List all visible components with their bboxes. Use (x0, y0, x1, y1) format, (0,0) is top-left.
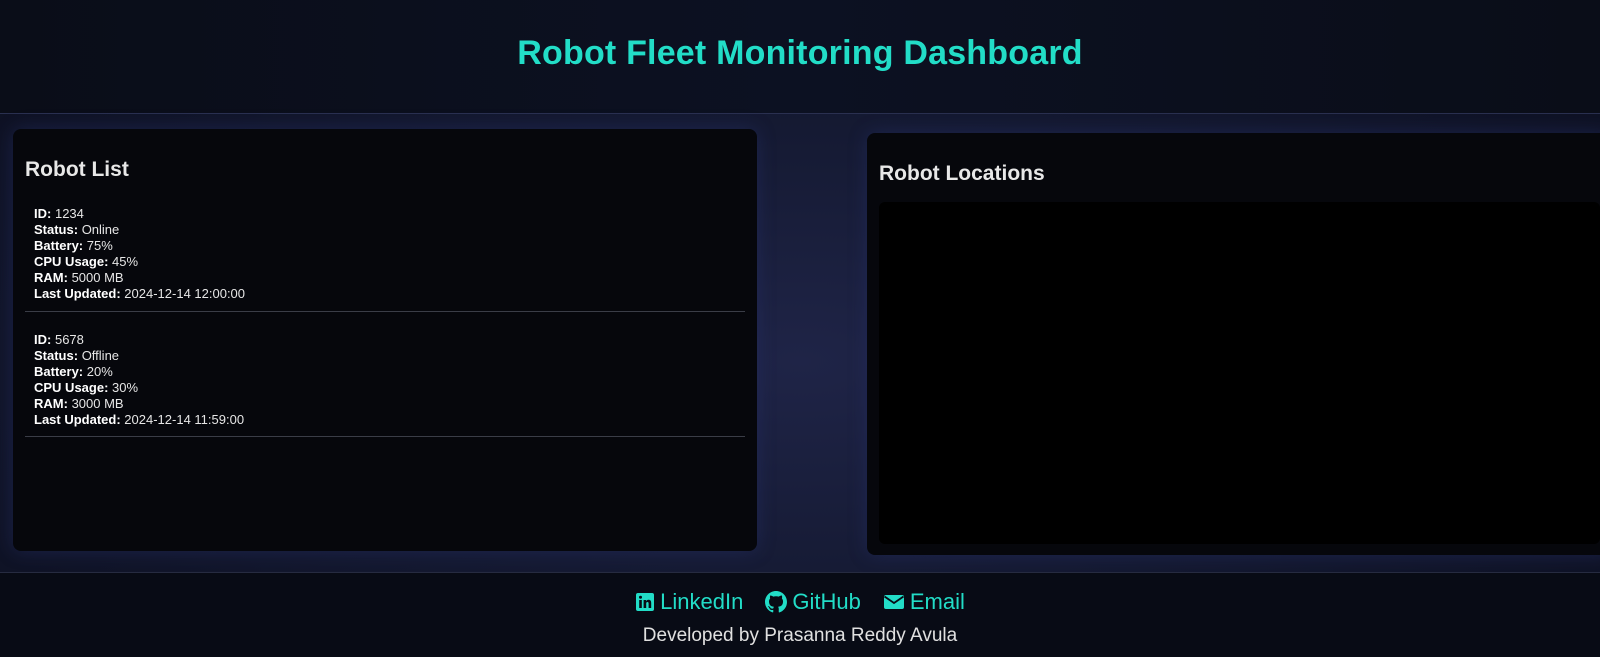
robot-battery-row: Battery: 20% (34, 364, 745, 380)
robot-ram-value: 5000 MB (71, 270, 124, 286)
linkedin-link[interactable]: LinkedIn (635, 589, 743, 615)
field-label: RAM: (34, 395, 68, 411)
robot-cpu-row: CPU Usage: 30% (34, 380, 745, 396)
field-label: RAM: (34, 270, 68, 286)
linkedin-label: LinkedIn (660, 589, 744, 614)
robot-status-row: Status: Offline (34, 348, 745, 364)
robot-list-panel: Robot List ID: 1234 Status: Online Batte… (13, 129, 757, 551)
robot-id-row: ID: 5678 (34, 332, 745, 348)
robot-ram-row: RAM: 5000 MB (34, 270, 745, 286)
robot-id-row: ID: 1234 (34, 206, 745, 222)
robot-locations-panel: Robot Locations (867, 133, 1600, 555)
field-label: CPU Usage: (34, 379, 109, 395)
robot-cpu-value: 45% (112, 254, 139, 270)
robot-status-value: Offline (81, 347, 120, 363)
robot-locations-heading: Robot Locations (879, 162, 1045, 185)
field-label: Battery: (34, 363, 84, 379)
footer-links: LinkedIn GitHub Email (0, 589, 1600, 615)
robot-list: ID: 1234 Status: Online Battery: 75% CPU… (25, 206, 745, 457)
field-label: Status: (34, 222, 79, 238)
field-label: Status: (34, 347, 79, 363)
github-label: GitHub (792, 589, 861, 614)
list-item[interactable]: ID: 5678 Status: Offline Battery: 20% CP… (25, 332, 745, 438)
field-label: Last Updated: (34, 412, 121, 428)
robot-status-value: Online (81, 222, 120, 238)
robot-updated-row: Last Updated: 2024-12-14 12:00:00 (34, 286, 745, 302)
robot-updated-value: 2024-12-14 11:59:00 (124, 412, 245, 428)
list-item[interactable]: ID: 1234 Status: Online Battery: 75% CPU… (25, 206, 745, 312)
robot-ram-value: 3000 MB (71, 395, 124, 411)
field-label: ID: (34, 206, 52, 221)
robot-list-heading: Robot List (25, 158, 129, 181)
robot-battery-row: Battery: 75% (34, 238, 745, 254)
robot-id-value: 1234 (54, 206, 84, 221)
email-link[interactable]: Email (883, 589, 965, 615)
page-footer: LinkedIn GitHub Email Developed by Prasa… (0, 572, 1600, 657)
github-link[interactable]: GitHub (765, 589, 861, 615)
field-label: ID: (34, 331, 52, 347)
envelope-icon (883, 592, 905, 612)
robot-cpu-row: CPU Usage: 45% (34, 254, 745, 270)
robot-locations-map[interactable] (879, 202, 1600, 544)
linkedin-icon (635, 592, 655, 612)
developer-credit: Developed by Prasanna Reddy Avula (642, 625, 958, 646)
field-label: Battery: (34, 238, 84, 254)
page-header: Robot Fleet Monitoring Dashboard (0, 0, 1600, 114)
robot-ram-row: RAM: 3000 MB (34, 396, 745, 412)
robot-status-row: Status: Online (34, 222, 745, 238)
field-label: Last Updated: (34, 286, 121, 302)
github-icon (765, 591, 788, 613)
robot-updated-row: Last Updated: 2024-12-14 11:59:00 (34, 412, 745, 428)
robot-updated-value: 2024-12-14 12:00:00 (124, 286, 246, 302)
page-title: Robot Fleet Monitoring Dashboard (517, 34, 1083, 72)
email-label: Email (909, 589, 965, 614)
robot-cpu-value: 30% (112, 379, 139, 395)
robot-battery-value: 75% (86, 238, 113, 254)
robot-battery-value: 20% (86, 363, 113, 379)
field-label: CPU Usage: (34, 254, 109, 270)
robot-id-value: 5678 (54, 331, 84, 347)
